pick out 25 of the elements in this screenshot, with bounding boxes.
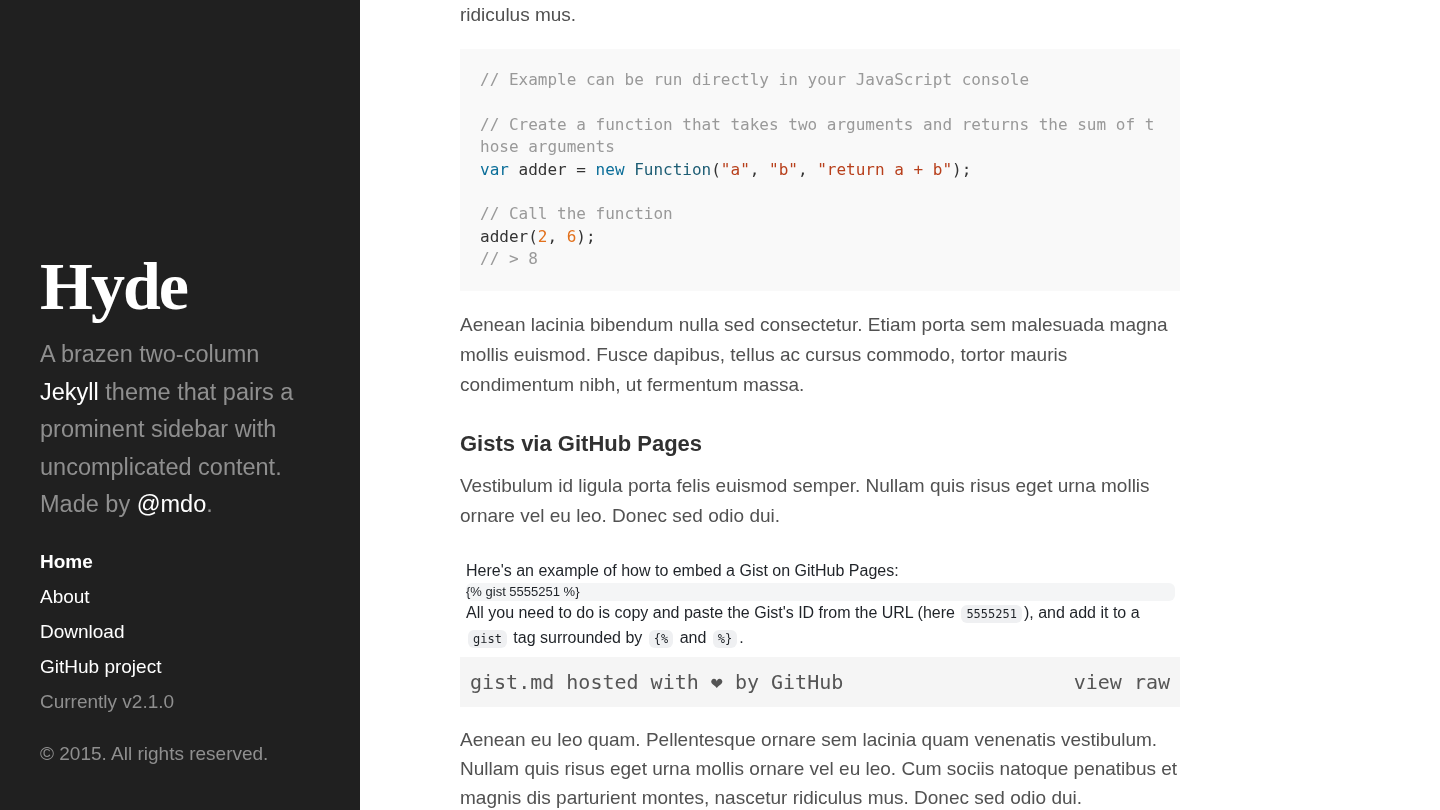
tagline-link[interactable]: @mdo bbox=[136, 491, 207, 517]
nav-link[interactable]: About bbox=[40, 578, 90, 614]
copyright-text: © 2015. All rights reserved. bbox=[40, 742, 269, 766]
view-raw-link[interactable]: view raw bbox=[1073, 669, 1170, 694]
body-paragraph: Aenean lacinia bibendum nulla sed consectetur. Etiam porta sem malesuada magna mollis euismod. Fusce dapibus, tellus ac cursus commodo, tortor mauris condimentum nibh, ut fermentum massa. bbox=[460, 312, 1169, 397]
liquid-tag-code: {% gist 5555251 %} bbox=[466, 582, 1175, 601]
code-line: // Create a function that takes two arguments and returns the sum of those arguments bbox=[480, 113, 1156, 159]
code-line: // > 8 bbox=[480, 248, 538, 271]
tagline-link[interactable]: Jekyll bbox=[40, 378, 99, 405]
code-line: // Example can be run directly in your JavaScript console bbox=[480, 69, 1030, 91]
sidebar-tagline: A brazen two-column Jekyll theme that pairs a prominent sidebar with uncomplicated content. Made by @mdo. bbox=[40, 340, 295, 519]
code-line: adder(2, 6); bbox=[480, 225, 596, 248]
gist-paragraph: All you need to do is copy and paste the Gist's ID from the URL (here 5555251 ), and add it to a gist tag surrounded by {% and %} . bbox=[466, 602, 1141, 650]
gist-intro-text: Here's an example of how to embed a Gist on GitHub Pages: bbox=[466, 560, 899, 581]
nav-link[interactable]: Home bbox=[40, 543, 93, 579]
body-paragraph: Vestibulum id ligula porta felis euismod semper. Nullam quis risus eget urna mollis ornare vel eu leo. Donec sed odio dui. bbox=[460, 473, 1151, 528]
code-line: // Call the function bbox=[480, 203, 673, 226]
body-paragraph: ridiculus mus. bbox=[460, 3, 577, 27]
gist-meta-text: gist.md hosted with ❤ by GitHub bbox=[470, 669, 844, 694]
nav-link[interactable]: Download bbox=[40, 613, 125, 649]
code-line: var adder = new Function("a", "b", "return a + b"); bbox=[480, 158, 972, 181]
version-text: Currently v2.1.0 bbox=[40, 689, 175, 714]
body-paragraph: Aenean eu leo quam. Pellentesque ornare sem lacinia quam venenatis vestibulum. Nullam quis risus eget urna mollis ornare vel eu leo. Cum sociis natoque penatibus et magnis dis parturient montes, nascetur ridiculus mus. Donec sed odio dui. bbox=[460, 727, 1179, 810]
nav-link[interactable]: GitHub project bbox=[40, 648, 162, 684]
section-heading: Gists via GitHub Pages bbox=[460, 429, 703, 458]
